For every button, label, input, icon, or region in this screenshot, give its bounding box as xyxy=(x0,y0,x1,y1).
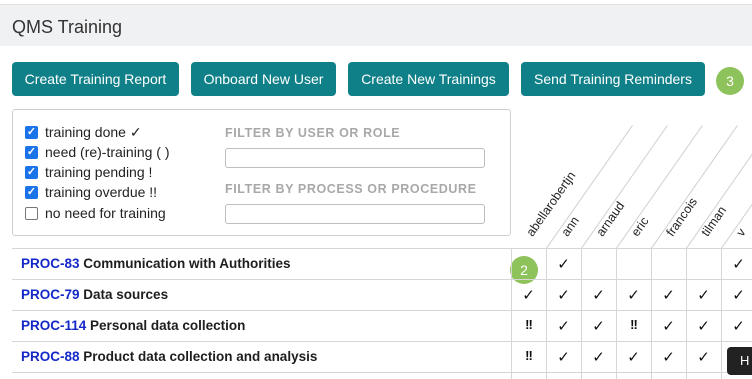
training-status-cell[interactable]: ✓ xyxy=(546,286,581,304)
row-divider xyxy=(12,372,752,373)
legend-training-overdue[interactable]: training overdue !! xyxy=(25,184,157,200)
training-status-cell[interactable]: !! xyxy=(511,317,546,332)
procedure-name: Data sources xyxy=(83,287,169,302)
row-divider xyxy=(12,279,752,280)
training-status-cell[interactable]: ✓ xyxy=(616,348,651,366)
procedure-code-link[interactable]: PROC-83 xyxy=(21,256,80,271)
procedure-code-link[interactable]: PROC-114 xyxy=(21,318,86,333)
procedure-row-label[interactable]: PROC-88 Product data collection and anal… xyxy=(21,349,317,364)
column-header-user[interactable]: arnaud xyxy=(594,199,628,239)
procedure-name: Communication with Authorities xyxy=(83,256,291,271)
legend-training-done[interactable]: training done ✓ xyxy=(25,124,142,141)
page-title: QMS Training xyxy=(12,17,123,37)
send-training-reminders-button[interactable]: Send Training Reminders xyxy=(521,62,705,96)
training-status-cell[interactable]: ✓ xyxy=(686,317,721,335)
training-status-cell[interactable]: ✓ xyxy=(686,286,721,304)
training-status-cell[interactable]: ✓ xyxy=(721,317,752,335)
procedure-name: Product data collection and analysis xyxy=(83,349,318,364)
training-status-cell[interactable]: ✓ xyxy=(721,255,752,273)
filter-panel: training done ✓ need (re)-training ( ) t… xyxy=(12,109,511,236)
row-divider xyxy=(12,310,752,311)
checkbox-no-need-for-training[interactable] xyxy=(25,206,38,220)
create-training-report-button[interactable]: Create Training Report xyxy=(12,62,179,96)
create-new-trainings-button[interactable]: Create New Trainings xyxy=(348,62,509,96)
filter-user-role-input[interactable] xyxy=(225,148,485,168)
procedure-row-label[interactable]: PROC-79 Data sources xyxy=(21,287,168,302)
training-status-cell[interactable]: ✓ xyxy=(651,348,686,366)
training-status-cell[interactable]: ✓ xyxy=(651,317,686,335)
procedure-row-label[interactable]: PROC-83 Communication with Authorities xyxy=(21,256,291,271)
training-status-cell[interactable]: ✓ xyxy=(616,286,651,304)
legend-training-pending[interactable]: training pending ! xyxy=(25,164,152,180)
checkbox-training-done[interactable] xyxy=(25,126,38,139)
training-status-cell[interactable]: ✓ xyxy=(721,286,752,304)
training-status-cell[interactable]: !! xyxy=(511,348,546,363)
procedure-code-link[interactable]: PROC-88 xyxy=(21,349,80,364)
training-status-cell[interactable]: ✓ xyxy=(581,317,616,335)
step-badge-3: 3 xyxy=(716,67,744,95)
procedure-name: Personal data collection xyxy=(90,318,246,333)
column-header-user[interactable]: ann xyxy=(559,214,582,239)
procedure-row-label[interactable]: PROC-114 Personal data collection xyxy=(21,318,245,333)
column-header-user[interactable]: eric xyxy=(629,214,652,239)
training-status-cell[interactable]: ✓ xyxy=(546,255,581,273)
legend-no-need-for-training[interactable]: no need for training xyxy=(25,205,166,221)
training-status-cell[interactable]: ✓ xyxy=(546,348,581,366)
checkbox-need-retraining[interactable] xyxy=(25,145,38,159)
app-header: QMS Training xyxy=(0,4,752,46)
training-status-cell[interactable]: !! xyxy=(616,317,651,332)
training-status-cell[interactable]: ✓ xyxy=(546,317,581,335)
filter-process-label: FILTER BY PROCESS OR PROCEDURE xyxy=(225,182,477,196)
legend-label: training done ✓ xyxy=(45,124,142,140)
row-divider xyxy=(12,248,752,249)
training-status-cell[interactable]: ✓ xyxy=(686,348,721,366)
filter-user-role-label: FILTER BY USER OR ROLE xyxy=(225,126,401,140)
column-header-user[interactable]: v xyxy=(734,226,749,239)
legend-need-retraining[interactable]: need (re)-training ( ) xyxy=(25,144,170,160)
tooltip: H xyxy=(727,347,752,375)
training-status-cell[interactable]: ✓ xyxy=(651,286,686,304)
checkbox-training-overdue[interactable] xyxy=(25,185,38,199)
legend-label: need (re)-training ( ) xyxy=(45,144,170,160)
training-status-cell[interactable]: ✓ xyxy=(511,286,546,304)
training-status-cell[interactable]: ✓ xyxy=(581,286,616,304)
filter-process-input[interactable] xyxy=(225,204,485,224)
legend-label: training overdue !! xyxy=(45,184,158,200)
row-divider xyxy=(12,341,752,342)
training-status-cell[interactable]: ✓ xyxy=(581,348,616,366)
onboard-new-user-button[interactable]: Onboard New User xyxy=(191,62,336,96)
checkbox-training-pending[interactable] xyxy=(25,165,38,179)
legend-label: training pending ! xyxy=(45,164,153,180)
legend-label: no need for training xyxy=(45,205,166,221)
procedure-code-link[interactable]: PROC-79 xyxy=(21,287,80,302)
